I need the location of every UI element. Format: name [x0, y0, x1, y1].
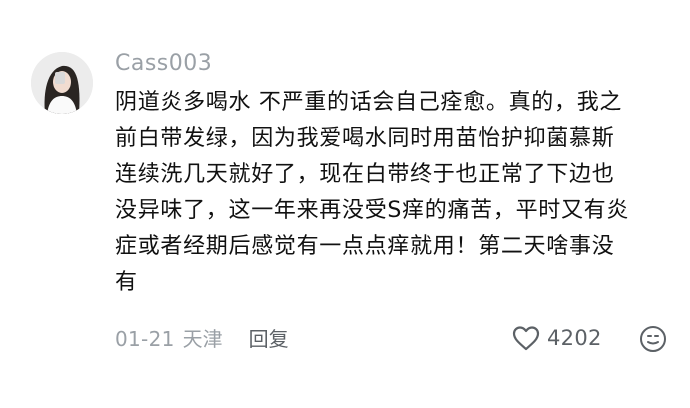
- comment-line: 阴道炎多喝水 不严重的话会自己痊愈。真的，我之: [115, 90, 623, 115]
- username[interactable]: Cass003: [115, 49, 212, 79]
- comment-region: 天津: [182, 327, 223, 351]
- avatar-image: [31, 52, 93, 114]
- comment-meta: 01-21 天津 回复: [115, 326, 289, 352]
- comment-line: 症或者经期后感觉有一点点痒就用！第二天啥事没: [115, 234, 615, 259]
- comment-line: 连续洗几天就好了，现在白带终于也正常了下边也: [115, 162, 615, 187]
- comment-line: 前白带发绿，因为我爱喝水同时用苗怡护抑菌慕斯: [115, 126, 615, 151]
- comment-item: Cass003 阴道炎多喝水 不严重的话会自己痊愈。真的，我之 前白带发绿，因为…: [0, 0, 690, 408]
- heart-icon: [511, 324, 541, 352]
- reply-button[interactable]: 回复: [249, 326, 289, 352]
- comment-line: 有: [115, 270, 138, 295]
- comment-date: 01-21: [115, 327, 175, 351]
- emoji-reaction-button[interactable]: [638, 324, 668, 354]
- emoji-face-icon: [638, 324, 668, 354]
- user-avatar[interactable]: [31, 52, 93, 114]
- comment-content: 阴道炎多喝水 不严重的话会自己痊愈。真的，我之 前白带发绿，因为我爱喝水同时用苗…: [115, 85, 675, 301]
- like-count: 4202: [547, 326, 602, 350]
- comment-line: 没异味了，这一年来再没受S痒的痛苦，平时又有炎: [115, 198, 630, 223]
- like-button[interactable]: 4202: [511, 324, 602, 352]
